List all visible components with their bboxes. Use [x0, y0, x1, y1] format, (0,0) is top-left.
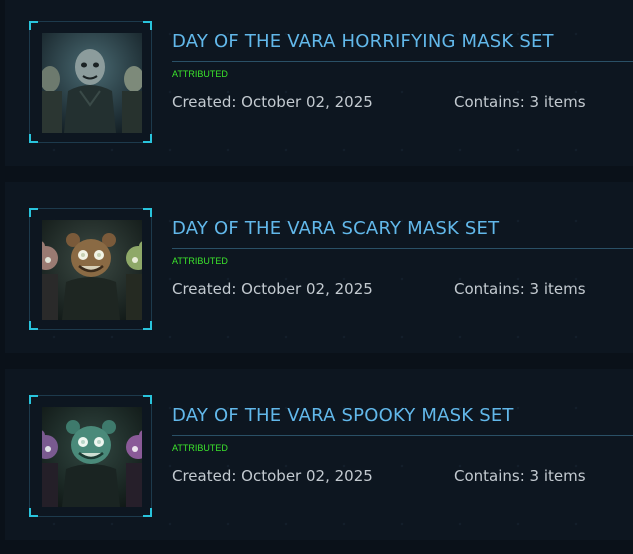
list-item[interactable]: DAY OF THE VARA SCARY MASK SET ATTRIBUTE… [5, 182, 633, 353]
spooky-mask-set-thumbnail[interactable] [42, 407, 142, 507]
frame-corner [143, 321, 152, 330]
frame-corner [143, 21, 152, 30]
frame-corner [29, 395, 38, 404]
attributed-badge: ATTRIBUTED [172, 69, 228, 79]
created-date: Created: October 02, 2025 [172, 93, 373, 111]
item-title[interactable]: DAY OF THE VARA SPOOKY MASK SET [172, 406, 633, 436]
frame-corner [29, 134, 38, 143]
item-list: DAY OF THE VARA HORRIFYING MASK SET ATTR… [0, 0, 633, 554]
item-count: Contains: 3 items [454, 467, 586, 485]
created-date: Created: October 02, 2025 [172, 280, 373, 298]
list-item[interactable]: DAY OF THE VARA HORRIFYING MASK SET ATTR… [5, 0, 633, 166]
item-count: Contains: 3 items [454, 93, 586, 111]
frame-corner [143, 395, 152, 404]
created-date: Created: October 02, 2025 [172, 467, 373, 485]
frame-corner [29, 208, 38, 217]
thumbnail-frame [29, 21, 152, 143]
item-count: Contains: 3 items [454, 280, 586, 298]
frame-corner [143, 508, 152, 517]
scary-mask-image [42, 220, 142, 320]
frame-corner [29, 21, 38, 30]
frame-corner [143, 208, 152, 217]
horrifying-mask-set-thumbnail[interactable] [42, 33, 142, 133]
frame-corner [29, 508, 38, 517]
thumbnail-frame [29, 208, 152, 330]
frame-corner [29, 321, 38, 330]
frame-corner [143, 134, 152, 143]
item-title[interactable]: DAY OF THE VARA SCARY MASK SET [172, 219, 633, 249]
list-item[interactable]: DAY OF THE VARA SPOOKY MASK SET ATTRIBUT… [5, 369, 633, 540]
attributed-badge: ATTRIBUTED [172, 256, 228, 266]
scary-mask-set-thumbnail[interactable] [42, 220, 142, 320]
horrifying-mask-image [42, 33, 142, 133]
spooky-mask-image [42, 407, 142, 507]
attributed-badge: ATTRIBUTED [172, 443, 228, 453]
thumbnail-frame [29, 395, 152, 517]
item-title[interactable]: DAY OF THE VARA HORRIFYING MASK SET [172, 32, 633, 62]
